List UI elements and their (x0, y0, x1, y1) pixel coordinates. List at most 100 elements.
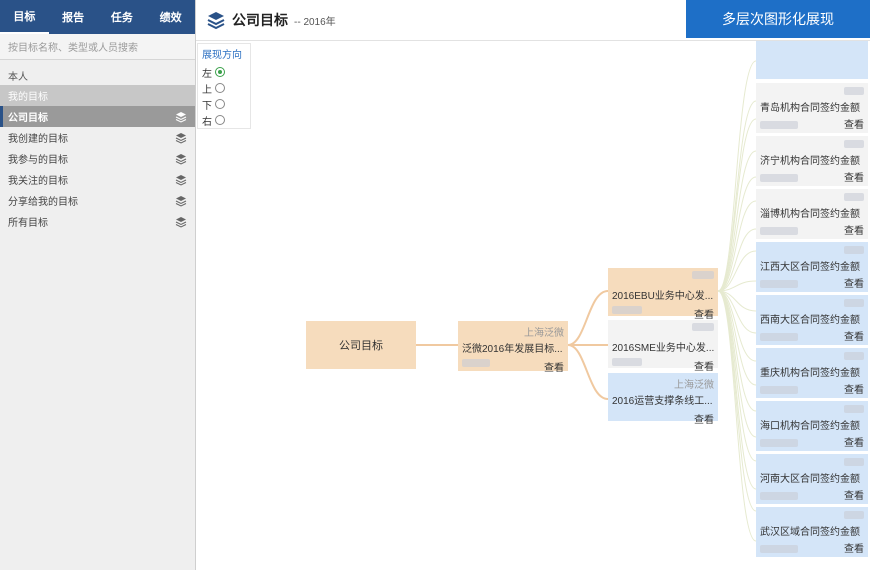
sidebar-item-shared[interactable]: 分享给我的目标 (0, 190, 195, 211)
sidebar-item-label: 我创建的目标 (8, 134, 68, 145)
view-link[interactable]: 查看 (844, 222, 864, 237)
tree-node-level2[interactable]: 2016EBU业务中心发... 查看 (608, 268, 718, 321)
node-name: 青岛机构合同签约金额 (760, 103, 860, 114)
page-subtitle: -- 2016年 (294, 16, 336, 28)
redacted-value (844, 405, 864, 413)
redacted-value (462, 359, 490, 367)
view-link[interactable]: 查看 (844, 116, 864, 131)
view-link[interactable]: 查看 (544, 359, 564, 374)
tree-node-level3[interactable] (756, 41, 868, 79)
tab-goals[interactable]: 目标 (0, 0, 49, 34)
search-input[interactable]: 按目标名称、类型或人员搜索 (0, 34, 195, 60)
node-name: 2016EBU业务中心发... (612, 291, 714, 302)
redacted-value (760, 492, 798, 500)
view-link[interactable]: 查看 (844, 540, 864, 555)
view-link[interactable]: 查看 (694, 411, 714, 426)
direction-title: 展现方向 (202, 50, 242, 61)
sidebar-item-all[interactable]: 所有目标 (0, 211, 195, 232)
sidebar-item-label: 所有目标 (8, 218, 48, 229)
radio[interactable] (215, 99, 225, 109)
redacted-value (760, 121, 798, 129)
tree-node-level3[interactable]: 西南大区合同签约金额查看 (756, 295, 868, 345)
tree-node-level3[interactable]: 济宁机构合同签约金额查看 (756, 136, 868, 186)
sidebar-item-created[interactable]: 我创建的目标 (0, 127, 195, 148)
layers-icon (175, 216, 187, 228)
node-owner: 上海泛微 (674, 380, 714, 391)
redacted-value (612, 358, 642, 366)
tree-node-level3[interactable]: 淄博机构合同签约金额查看 (756, 189, 868, 239)
tree-node-level3[interactable]: 武汉区域合同签约金额查看 (756, 507, 868, 557)
tree-node-level2[interactable]: 上海泛微 2016运营支撑条线工... 查看 (608, 373, 718, 426)
tree-node-level1[interactable]: 上海泛微 泛微2016年发展目标... 查看 (458, 321, 568, 374)
option-label: 右 (202, 116, 212, 128)
tree-node-level2[interactable]: 2016SME业务中心发... 查看 (608, 320, 718, 373)
node-name: 济宁机构合同签约金额 (760, 156, 860, 167)
tree-node-level3[interactable]: 青岛机构合同签约金额查看 (756, 83, 868, 133)
option-label: 上 (202, 84, 212, 96)
radio[interactable] (215, 83, 225, 93)
layers-icon (175, 174, 187, 186)
tree-node-level3[interactable]: 重庆机构合同签约金额查看 (756, 348, 868, 398)
sidebar: 目标 报告 任务 绩效 按目标名称、类型或人员搜索 本人 我的目标 公司目标 我… (0, 0, 196, 570)
redacted-value (844, 193, 864, 201)
page-title: 公司目标 (232, 12, 288, 28)
tab-tasks[interactable]: 任务 (98, 0, 147, 34)
view-link[interactable]: 查看 (844, 328, 864, 343)
radio-selected[interactable] (215, 67, 225, 77)
direction-option-right[interactable]: 右 (202, 112, 246, 128)
node-name: 河南大区合同签约金额 (760, 474, 860, 485)
option-label: 左 (202, 68, 212, 80)
view-link[interactable]: 查看 (844, 487, 864, 502)
tree-root-node[interactable]: 公司目标 (306, 321, 416, 369)
direction-option-left[interactable]: 左 (202, 64, 246, 80)
redacted-value (844, 299, 864, 307)
redacted-value (844, 458, 864, 466)
direction-option-up[interactable]: 上 (202, 80, 246, 96)
redacted-value (844, 511, 864, 519)
section-label: 本人 (8, 72, 28, 83)
node-owner (612, 323, 714, 335)
sidebar-tabs: 目标 报告 任务 绩效 (0, 0, 195, 34)
node-name: 2016SME业务中心发... (612, 343, 714, 354)
sidebar-item-my-goals[interactable]: 我的目标 (0, 85, 195, 106)
node-name: 西南大区合同签约金额 (760, 315, 860, 326)
node-name: 淄博机构合同签约金额 (760, 209, 860, 220)
sidebar-item-participated[interactable]: 我参与的目标 (0, 148, 195, 169)
direction-panel: 展现方向 左 上 下 右 (197, 43, 251, 129)
view-link[interactable]: 查看 (844, 381, 864, 396)
redacted-value (760, 439, 798, 447)
header: 公司目标 -- 2016年 多层次图形化展现 (196, 0, 870, 41)
view-link[interactable]: 查看 (844, 275, 864, 290)
tab-reports[interactable]: 报告 (49, 0, 98, 34)
radio[interactable] (215, 115, 225, 125)
sidebar-item-company-goals[interactable]: 公司目标 (0, 106, 195, 127)
redacted-value (844, 87, 864, 95)
node-name: 武汉区域合同签约金额 (760, 527, 860, 538)
sidebar-item-label: 公司目标 (8, 113, 48, 124)
feature-banner: 多层次图形化展现 (686, 0, 870, 38)
redacted-value (760, 386, 798, 394)
redacted-value (612, 306, 642, 314)
layers-icon (175, 132, 187, 144)
tree-node-level3[interactable]: 江西大区合同签约金额查看 (756, 242, 868, 292)
node-name: 重庆机构合同签约金额 (760, 368, 860, 379)
redacted-value (760, 280, 798, 288)
tab-performance[interactable]: 绩效 (146, 0, 195, 34)
view-link[interactable]: 查看 (844, 169, 864, 184)
tree-node-level3[interactable]: 河南大区合同签约金额查看 (756, 454, 868, 504)
view-link[interactable]: 查看 (694, 358, 714, 373)
node-name: 泛微2016年发展目标... (462, 344, 563, 355)
sidebar-item-label: 我参与的目标 (8, 155, 68, 166)
tree-node-level3[interactable]: 海口机构合同签约金额 查看 (756, 401, 868, 451)
view-link[interactable]: 查看 (844, 434, 864, 449)
redacted-value (844, 352, 864, 360)
node-name: 2016运营支撑条线工... (612, 396, 713, 407)
redacted-value (760, 333, 798, 341)
redacted-value (760, 545, 798, 553)
sidebar-item-followed[interactable]: 我关注的目标 (0, 169, 195, 190)
view-link[interactable]: 查看 (694, 306, 714, 321)
sidebar-item-label: 我关注的目标 (8, 176, 68, 187)
direction-option-down[interactable]: 下 (202, 96, 246, 112)
node-name: 江西大区合同签约金额 (760, 262, 860, 273)
node-owner: 上海泛微 (524, 328, 564, 339)
